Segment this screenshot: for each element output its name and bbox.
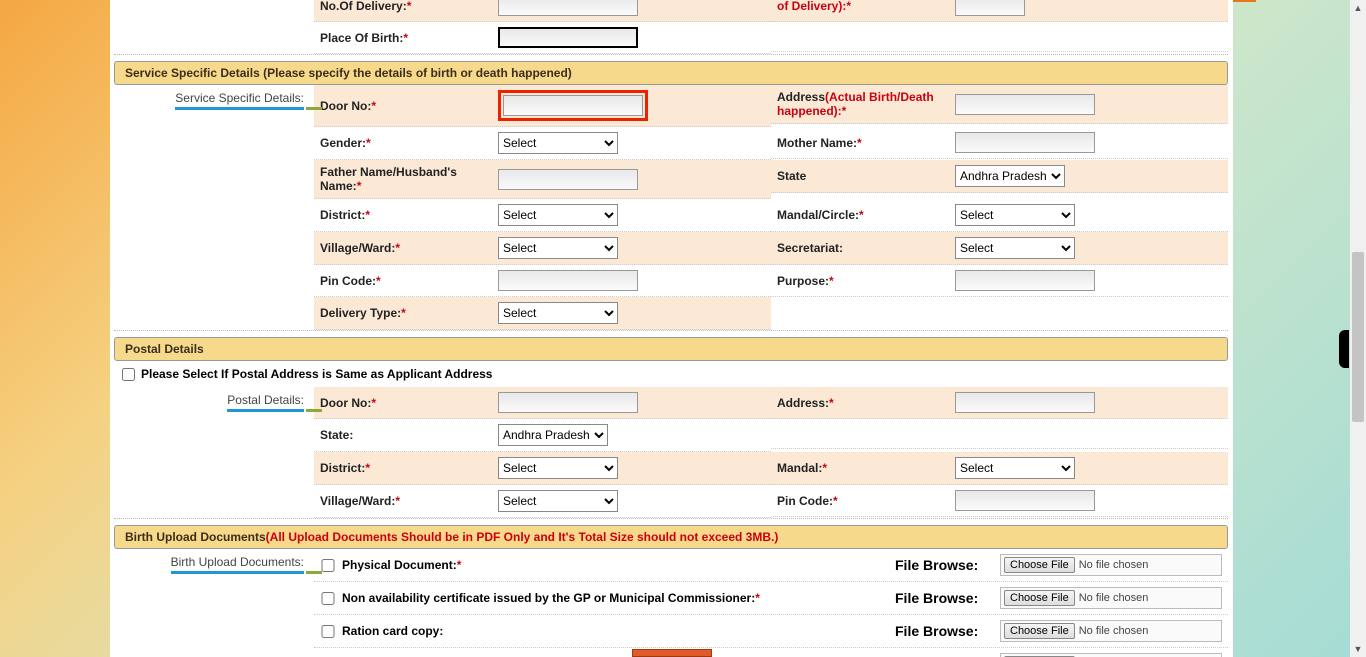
address-label: Address(Actual Birth/Death happened):* (777, 90, 955, 118)
no-delivery-label: No.Of Delivery:* (320, 0, 498, 13)
delivery-type-select[interactable]: Select (498, 302, 618, 324)
p-village-label: Village/Ward:* (320, 494, 498, 508)
postal-side-label: Postal Details: (227, 393, 304, 412)
p-mandal-label: Mandal:* (777, 461, 955, 475)
service-side-label: Service Specific Details: (175, 91, 304, 110)
village-ward-label: Village/Ward:* (320, 241, 498, 255)
mandal-circle-select[interactable]: Select (955, 204, 1075, 226)
purpose-label: Purpose:* (777, 274, 955, 288)
village-ward-select[interactable]: Select (498, 237, 618, 259)
mother-name-label: Mother Name:* (777, 136, 955, 150)
of-delivery-label: of Delivery):* (777, 0, 955, 13)
father-name-input[interactable] (498, 169, 638, 190)
purpose-input[interactable] (955, 270, 1095, 291)
p-state-label: State: (320, 428, 498, 442)
p-pincode-input[interactable] (955, 490, 1095, 511)
postal-same-checkbox[interactable] (122, 368, 135, 381)
service-section-header: Service Specific Details (Please specify… (114, 61, 1228, 85)
pincode-input[interactable] (498, 270, 638, 291)
p-district-label: District:* (320, 461, 498, 475)
door-no-label: Door No:* (320, 99, 498, 113)
scroll-thumb[interactable] (1352, 252, 1364, 422)
scroll-up-icon[interactable]: ▲ (1350, 0, 1366, 16)
p-address-input[interactable] (955, 392, 1095, 413)
doc3-file-input[interactable]: Choose FileNo file chosen (1000, 620, 1222, 642)
upload-side-label: Birth Upload Documents: (171, 555, 304, 574)
father-name-label: Father Name/Husband's Name:* (320, 165, 498, 193)
of-delivery-input[interactable] (955, 0, 1025, 16)
p-pincode-label: Pin Code:* (777, 494, 955, 508)
file-browse-label: File Browse: (895, 557, 1000, 573)
scroll-down-icon[interactable]: ▼ (1350, 641, 1366, 657)
doc1-label: Physical Document:* (342, 558, 895, 572)
state-label: State (777, 169, 955, 183)
doc2-checkbox[interactable] (320, 592, 336, 605)
gender-label: Gender:* (320, 136, 498, 150)
address-input[interactable] (955, 94, 1095, 115)
doc1-file-input[interactable]: Choose FileNo file chosen (1000, 554, 1222, 576)
door-no-input[interactable] (503, 95, 643, 116)
doc4-file-input[interactable]: Choose FileNo file chosen (1000, 653, 1222, 657)
p-doorno-input[interactable] (498, 392, 638, 413)
mother-name-input[interactable] (955, 132, 1095, 153)
doc1-checkbox[interactable] (320, 559, 336, 572)
doc3-label: Ration card copy: (342, 624, 895, 638)
postal-same-label: Please Select If Postal Address is Same … (141, 367, 492, 381)
submit-button[interactable] (632, 649, 712, 657)
p-village-select[interactable]: Select (498, 490, 618, 512)
scrollbar[interactable]: ▲ ▼ (1350, 0, 1366, 657)
delivery-type-label: Delivery Type:* (320, 306, 498, 320)
doc3-checkbox[interactable] (320, 625, 336, 638)
gender-select[interactable]: Select (498, 132, 618, 154)
p-mandal-select[interactable]: Select (955, 457, 1075, 479)
district-label: District:* (320, 208, 498, 222)
p-district-select[interactable]: Select (498, 457, 618, 479)
place-of-birth-input[interactable] (498, 27, 638, 48)
doc2-file-input[interactable]: Choose FileNo file chosen (1000, 587, 1222, 609)
place-of-birth-label: Place Of Birth:* (320, 31, 498, 45)
p-doorno-label: Door No:* (320, 396, 498, 410)
upload-section-header: Birth Upload Documents(All Upload Docume… (114, 525, 1228, 549)
p-address-label: Address:* (777, 396, 955, 410)
postal-section-header: Postal Details (114, 337, 1228, 361)
p-state-select[interactable]: Andhra Pradesh (498, 424, 608, 446)
doc2-label: Non availability certificate issued by t… (342, 591, 895, 605)
mandal-circle-label: Mandal/Circle:* (777, 208, 955, 222)
secretariat-select[interactable]: Select (955, 237, 1075, 259)
state-select[interactable]: Andhra Pradesh (955, 165, 1065, 187)
pincode-label: Pin Code:* (320, 274, 498, 288)
side-tab[interactable] (1339, 330, 1349, 368)
no-delivery-input[interactable] (498, 0, 638, 16)
secretariat-label: Secretariat: (777, 241, 955, 255)
district-select[interactable]: Select (498, 204, 618, 226)
